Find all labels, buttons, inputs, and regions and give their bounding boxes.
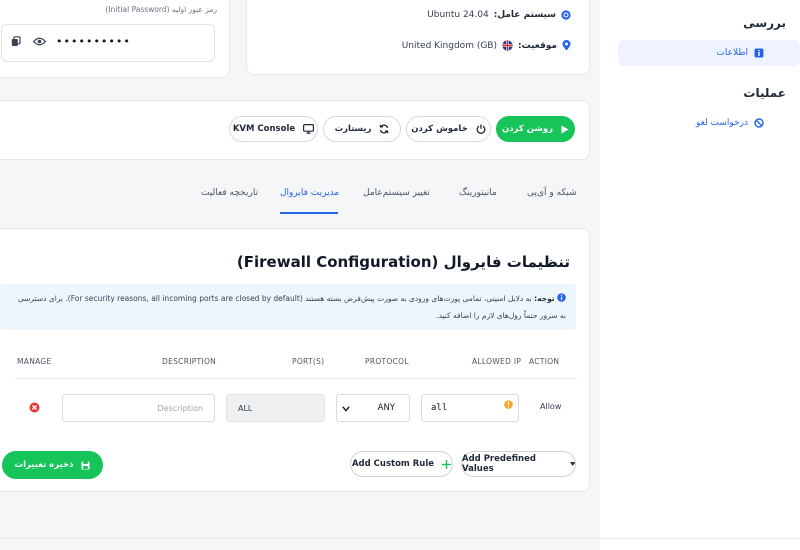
- allowed-ip-input[interactable]: all: [421, 394, 519, 422]
- location-row: موقعیت: United Kingdom (GB): [402, 40, 571, 51]
- plus-icon: [442, 459, 452, 469]
- location-value: United Kingdom (GB): [401, 40, 497, 51]
- server-info-card: سیستم عامل: Ubuntu 24.04 موقعیت: United …: [246, 0, 590, 75]
- power-off-label: خاموش کردن: [411, 124, 468, 134]
- ports-value: ALL: [238, 403, 253, 413]
- chevron-down-icon: [342, 406, 350, 412]
- tab-activity-history[interactable]: تاریخچه فعالیت: [201, 188, 258, 198]
- description-input[interactable]: Description: [62, 394, 215, 422]
- power-on-label: روشن کردن: [502, 124, 553, 134]
- ports-input: ALL: [226, 394, 325, 422]
- info-icon: [754, 48, 764, 58]
- sidebar-section-review: بررسی: [743, 16, 786, 30]
- sidebar-item-label: اطلاعات: [716, 48, 748, 58]
- location-pin-icon: [562, 40, 571, 51]
- tab-firewall[interactable]: مدیریت فایروال: [280, 188, 339, 198]
- warning-icon: [504, 400, 513, 409]
- column-description: DESCRIPTION: [162, 357, 217, 366]
- os-value: Ubuntu 24.04: [427, 10, 489, 20]
- monitor-icon: [303, 124, 315, 134]
- table-divider: [15, 378, 577, 379]
- delete-rule-icon[interactable]: [29, 402, 40, 413]
- page-bottom-divider: [0, 538, 800, 539]
- ban-icon: [754, 118, 764, 128]
- restart-label: ریستارت: [334, 124, 372, 134]
- save-icon: [81, 461, 90, 469]
- protocol-select[interactable]: ANY: [336, 394, 410, 422]
- sidebar-item-label: درخواست لغو: [695, 118, 748, 128]
- column-ports: PORT(S): [292, 357, 325, 366]
- power-icon: [476, 124, 486, 134]
- kvm-console-label: KVM Console: [232, 124, 296, 134]
- add-predefined-values-button[interactable]: Add Predefined Values: [461, 451, 576, 477]
- add-custom-rule-button[interactable]: Add Custom Rule: [350, 451, 453, 477]
- add-custom-label: Add Custom Rule: [351, 459, 435, 469]
- restart-button[interactable]: ریستارت: [323, 116, 401, 142]
- uk-flag-icon: [502, 40, 513, 51]
- power-on-button[interactable]: روشن کردن: [496, 116, 575, 142]
- column-manage: MANAGE: [17, 357, 52, 366]
- notice-text: به دلایل امنیتی، تمامی پورت‌های ورودی به…: [17, 294, 566, 320]
- kvm-console-button[interactable]: KVM Console: [229, 116, 318, 142]
- location-label: موقعیت:: [518, 40, 557, 51]
- save-label: ذخیره تغییرات: [14, 460, 74, 470]
- password-mask: ••••••••••: [56, 35, 131, 48]
- rule-action: Allow: [540, 402, 562, 411]
- add-predefined-label: Add Predefined Values: [462, 454, 536, 474]
- save-changes-button[interactable]: ذخیره تغییرات: [2, 451, 103, 479]
- sidebar-section-operations: عملیات: [743, 86, 786, 100]
- eye-icon[interactable]: [32, 37, 47, 49]
- active-tab-indicator: [280, 212, 338, 214]
- notice-bold: توجه:: [534, 294, 555, 303]
- column-allowed-ip: ALLOWED IP: [472, 357, 522, 366]
- tab-monitoring[interactable]: مانیتورینگ: [459, 188, 497, 198]
- sidebar: بررسی اطلاعات عملیات درخواست لغو: [600, 0, 800, 550]
- credentials-card: رمز عبور اولیه (Initial Password) ••••••…: [0, 0, 230, 78]
- power-off-button[interactable]: خاموش کردن: [406, 116, 491, 142]
- actions-card: روشن کردن خاموش کردن ریستارت KVM Console: [0, 100, 590, 160]
- refresh-icon: [379, 124, 389, 134]
- sidebar-item-cancel-request[interactable]: درخواست لغو: [618, 110, 800, 136]
- os-row: سیستم عامل: Ubuntu 24.04: [427, 10, 571, 20]
- firewall-title: تنظیمات فایروال (Firewall Configuration): [236, 253, 570, 271]
- protocol-value: ANY: [377, 403, 395, 413]
- firewall-notice: توجه: به دلایل امنیتی، تمامی پورت‌های ور…: [0, 284, 576, 330]
- sidebar-item-info[interactable]: اطلاعات: [618, 40, 800, 66]
- copy-icon[interactable]: [11, 36, 21, 50]
- allowed-ip-value: all: [431, 403, 448, 413]
- tab-network-ip[interactable]: شبکه و آی‌پی: [527, 188, 577, 198]
- password-field: ••••••••••: [1, 24, 215, 62]
- caret-down-icon: [569, 462, 575, 466]
- description-placeholder: Description: [157, 403, 203, 413]
- column-action: ACTION: [529, 357, 560, 366]
- password-label: رمز عبور اولیه (Initial Password): [105, 5, 217, 14]
- os-label: سیستم عامل:: [493, 10, 556, 20]
- tab-change-os[interactable]: تغییر سیستم‌عامل: [363, 188, 430, 198]
- info-circle-icon: [557, 293, 566, 302]
- ubuntu-icon: [561, 10, 571, 20]
- column-protocol: PROTOCOL: [365, 357, 409, 366]
- play-icon: [561, 125, 569, 133]
